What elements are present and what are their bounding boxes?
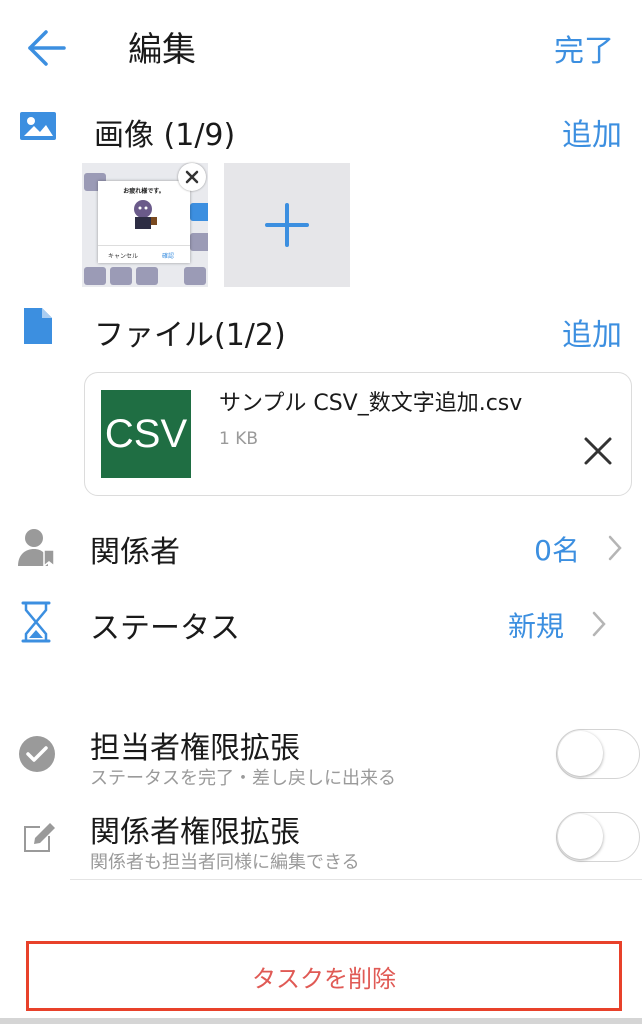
toggle-knob <box>558 731 603 776</box>
thumbnail-cancel-label: キャンセル <box>108 253 139 260</box>
toggle-knob <box>558 814 603 859</box>
file-card[interactable]: CSV サンプル CSV_数文字追加.csv 1 KB <box>84 372 632 496</box>
add-file-link[interactable]: 追加 <box>562 310 622 354</box>
members-label: 関係者 <box>90 535 180 570</box>
close-icon <box>185 170 199 184</box>
done-button[interactable]: 完了 <box>554 26 614 70</box>
files-label: ファイル(1/2) <box>94 318 286 353</box>
file-name: サンプル CSV_数文字追加.csv <box>219 391 523 416</box>
csv-file-icon: CSV <box>101 390 191 478</box>
permission-description: ステータスを完了・差し戻しに出来る <box>90 768 396 789</box>
member-permission-toggle[interactable] <box>556 812 640 862</box>
permission-description: 関係者も担当者同様に編集できる <box>90 852 360 873</box>
character-illustration <box>134 200 157 229</box>
status-row[interactable]: ステータス 新規 <box>0 596 642 652</box>
delete-task-button[interactable]: タスクを削除 <box>26 941 622 1011</box>
permission-title: 担当者権限拡張 <box>90 731 300 766</box>
image-icon <box>20 112 56 140</box>
edit-icon <box>24 823 55 852</box>
divider <box>70 879 642 880</box>
add-image-tile[interactable] <box>224 163 350 287</box>
page-title: 編集 <box>128 30 196 70</box>
add-image-link[interactable]: 追加 <box>562 110 622 154</box>
assignee-permission-toggle[interactable] <box>556 729 640 779</box>
person-icon <box>18 529 55 568</box>
plus-icon <box>265 203 309 247</box>
thumbnail-dialog-title: お疲れ様です。 <box>123 188 165 195</box>
thumbnail-dialog: お疲れ様です。 キャンセル 確認 <box>98 181 190 263</box>
file-size: 1 KB <box>219 429 259 449</box>
chevron-right-icon <box>608 535 622 561</box>
thumbnail-confirm-label: 確認 <box>162 253 175 260</box>
file-icon <box>24 308 52 344</box>
status-value: 新規 <box>507 610 564 643</box>
members-count: 0名 <box>534 534 580 567</box>
check-circle-icon <box>19 736 55 772</box>
images-label: 画像 (1/9) <box>94 118 236 153</box>
members-row[interactable]: 関係者 0名 <box>0 520 642 576</box>
chevron-right-icon <box>592 611 606 637</box>
permission-title: 関係者権限拡張 <box>90 815 300 850</box>
remove-image-button[interactable] <box>178 163 206 191</box>
hourglass-icon <box>21 601 51 643</box>
remove-file-icon[interactable] <box>582 435 614 467</box>
back-arrow-icon[interactable] <box>24 28 68 68</box>
bottom-edge <box>0 1018 642 1024</box>
status-label: ステータス <box>90 611 240 646</box>
